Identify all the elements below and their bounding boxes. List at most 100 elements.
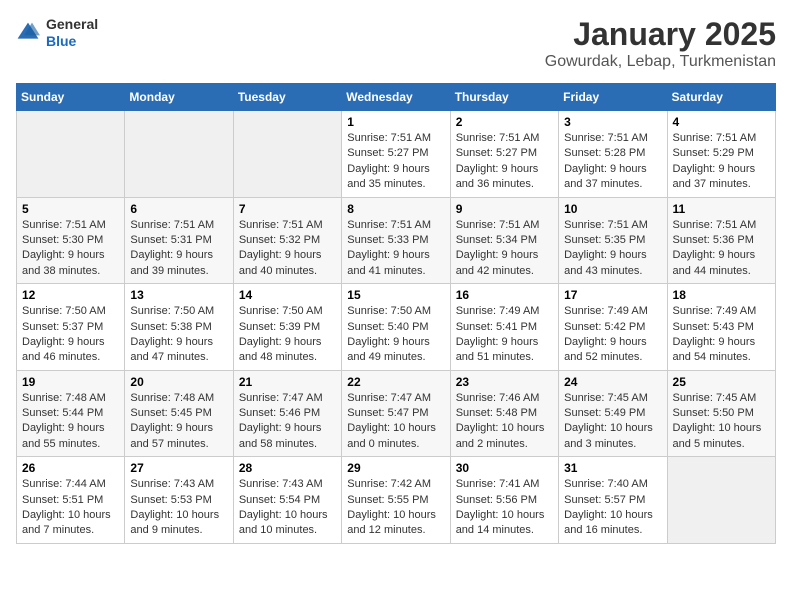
day-number: 24: [564, 375, 661, 389]
day-number: 23: [456, 375, 553, 389]
calendar-subtitle: Gowurdak, Lebap, Turkmenistan: [545, 53, 776, 71]
calendar-body: 1 Sunrise: 7:51 AM Sunset: 5:27 PM Daylig…: [17, 111, 776, 544]
calendar-cell: 9 Sunrise: 7:51 AM Sunset: 5:34 PM Daylig…: [450, 197, 558, 284]
day-info: Sunrise: 7:40 AM Sunset: 5:57 PM Dayligh…: [564, 477, 661, 539]
calendar-cell: 14 Sunrise: 7:50 AM Sunset: 5:39 PM Dayli…: [233, 284, 341, 371]
day-number: 29: [347, 461, 444, 475]
calendar-cell: 29Sunrise: 7:42 AM Sunset: 5:55 PM Dayli…: [342, 457, 450, 544]
day-number: 21: [239, 375, 336, 389]
day-info: Sunrise: 7:47 AM Sunset: 5:46 PM Dayligh…: [239, 391, 336, 453]
calendar-cell: 4 Sunrise: 7:51 AM Sunset: 5:29 PM Daylig…: [667, 111, 775, 198]
calendar-cell: 28 Sunrise: 7:43 AM Sunset: 5:54 PM Dayli…: [233, 457, 341, 544]
day-info: Sunrise: 7:50 AM Sunset: 5:40 PM Dayligh…: [347, 304, 444, 366]
calendar-cell: 21 Sunrise: 7:47 AM Sunset: 5:46 PM Dayli…: [233, 370, 341, 457]
day-number: 27: [130, 461, 227, 475]
calendar-table: SundayMondayTuesdayWednesdayThursdayFrid…: [16, 83, 776, 544]
calendar-title: January 2025: [545, 16, 776, 53]
day-number: 25: [673, 375, 770, 389]
calendar-cell: [233, 111, 341, 198]
calendar-cell: 18 Sunrise: 7:49 AM Sunset: 5:43 PM Dayli…: [667, 284, 775, 371]
calendar-cell: 3Sunrise: 7:51 AM Sunset: 5:28 PM Daylig…: [559, 111, 667, 198]
day-info: Sunrise: 7:51 AM Sunset: 5:31 PM Dayligh…: [130, 218, 227, 280]
day-info: Sunrise: 7:51 AM Sunset: 5:36 PM Dayligh…: [673, 218, 770, 280]
day-info: Sunrise: 7:44 AM Sunset: 5:51 PM Dayligh…: [22, 477, 119, 539]
day-info: Sunrise: 7:47 AM Sunset: 5:47 PM Dayligh…: [347, 391, 444, 453]
day-number: 28: [239, 461, 336, 475]
logo-text: General Blue: [46, 16, 98, 50]
week-row-5: 26 Sunrise: 7:44 AM Sunset: 5:51 PM Dayli…: [17, 457, 776, 544]
day-info: Sunrise: 7:51 AM Sunset: 5:33 PM Dayligh…: [347, 218, 444, 280]
day-number: 1: [347, 115, 444, 129]
day-number: 16: [456, 288, 553, 302]
day-number: 2: [456, 115, 553, 129]
day-info: Sunrise: 7:45 AM Sunset: 5:50 PM Dayligh…: [673, 391, 770, 453]
day-number: 22: [347, 375, 444, 389]
day-info: Sunrise: 7:51 AM Sunset: 5:34 PM Dayligh…: [456, 218, 553, 280]
weekday-monday: Monday: [125, 84, 233, 111]
day-number: 30: [456, 461, 553, 475]
calendar-cell: 6 Sunrise: 7:51 AM Sunset: 5:31 PM Daylig…: [125, 197, 233, 284]
day-info: Sunrise: 7:43 AM Sunset: 5:54 PM Dayligh…: [239, 477, 336, 539]
day-number: 11: [673, 202, 770, 216]
day-number: 9: [456, 202, 553, 216]
day-info: Sunrise: 7:49 AM Sunset: 5:41 PM Dayligh…: [456, 304, 553, 366]
calendar-cell: 20Sunrise: 7:48 AM Sunset: 5:45 PM Dayli…: [125, 370, 233, 457]
logo: General Blue: [16, 16, 98, 50]
day-info: Sunrise: 7:48 AM Sunset: 5:44 PM Dayligh…: [22, 391, 119, 453]
calendar-cell: 10 Sunrise: 7:51 AM Sunset: 5:35 PM Dayli…: [559, 197, 667, 284]
weekday-friday: Friday: [559, 84, 667, 111]
day-number: 31: [564, 461, 661, 475]
calendar-cell: 31 Sunrise: 7:40 AM Sunset: 5:57 PM Dayli…: [559, 457, 667, 544]
day-number: 3: [564, 115, 661, 129]
title-block: January 2025 Gowurdak, Lebap, Turkmenist…: [545, 16, 776, 71]
day-info: Sunrise: 7:51 AM Sunset: 5:29 PM Dayligh…: [673, 131, 770, 193]
day-info: Sunrise: 7:50 AM Sunset: 5:37 PM Dayligh…: [22, 304, 119, 366]
day-number: 7: [239, 202, 336, 216]
calendar-cell: 19 Sunrise: 7:48 AM Sunset: 5:44 PM Dayli…: [17, 370, 125, 457]
calendar-cell: 1 Sunrise: 7:51 AM Sunset: 5:27 PM Daylig…: [342, 111, 450, 198]
day-number: 10: [564, 202, 661, 216]
day-info: Sunrise: 7:50 AM Sunset: 5:39 PM Dayligh…: [239, 304, 336, 366]
day-number: 12: [22, 288, 119, 302]
day-number: 26: [22, 461, 119, 475]
calendar-cell: 11 Sunrise: 7:51 AM Sunset: 5:36 PM Dayli…: [667, 197, 775, 284]
day-info: Sunrise: 7:49 AM Sunset: 5:42 PM Dayligh…: [564, 304, 661, 366]
calendar-cell: 26 Sunrise: 7:44 AM Sunset: 5:51 PM Dayli…: [17, 457, 125, 544]
day-info: Sunrise: 7:51 AM Sunset: 5:35 PM Dayligh…: [564, 218, 661, 280]
week-row-4: 19 Sunrise: 7:48 AM Sunset: 5:44 PM Dayli…: [17, 370, 776, 457]
day-number: 19: [22, 375, 119, 389]
calendar-cell: 30Sunrise: 7:41 AM Sunset: 5:56 PM Dayli…: [450, 457, 558, 544]
day-info: Sunrise: 7:51 AM Sunset: 5:27 PM Dayligh…: [347, 131, 444, 193]
logo-general: General: [46, 16, 98, 33]
calendar-cell: 22 Sunrise: 7:47 AM Sunset: 5:47 PM Dayli…: [342, 370, 450, 457]
calendar-cell: 25 Sunrise: 7:45 AM Sunset: 5:50 PM Dayli…: [667, 370, 775, 457]
weekday-row: SundayMondayTuesdayWednesdayThursdayFrid…: [17, 84, 776, 111]
day-number: 4: [673, 115, 770, 129]
page-header: General Blue January 2025 Gowurdak, Leba…: [16, 16, 776, 71]
week-row-3: 12 Sunrise: 7:50 AM Sunset: 5:37 PM Dayli…: [17, 284, 776, 371]
calendar-cell: 13Sunrise: 7:50 AM Sunset: 5:38 PM Dayli…: [125, 284, 233, 371]
day-info: Sunrise: 7:43 AM Sunset: 5:53 PM Dayligh…: [130, 477, 227, 539]
calendar-cell: 12 Sunrise: 7:50 AM Sunset: 5:37 PM Dayli…: [17, 284, 125, 371]
calendar-cell: [17, 111, 125, 198]
calendar-cell: 7 Sunrise: 7:51 AM Sunset: 5:32 PM Daylig…: [233, 197, 341, 284]
day-info: Sunrise: 7:49 AM Sunset: 5:43 PM Dayligh…: [673, 304, 770, 366]
calendar-cell: 23Sunrise: 7:46 AM Sunset: 5:48 PM Dayli…: [450, 370, 558, 457]
day-info: Sunrise: 7:51 AM Sunset: 5:32 PM Dayligh…: [239, 218, 336, 280]
logo-blue: Blue: [46, 33, 98, 50]
weekday-tuesday: Tuesday: [233, 84, 341, 111]
week-row-2: 5Sunrise: 7:51 AM Sunset: 5:30 PM Daylig…: [17, 197, 776, 284]
day-number: 17: [564, 288, 661, 302]
day-number: 14: [239, 288, 336, 302]
day-info: Sunrise: 7:45 AM Sunset: 5:49 PM Dayligh…: [564, 391, 661, 453]
day-number: 18: [673, 288, 770, 302]
weekday-wednesday: Wednesday: [342, 84, 450, 111]
calendar-cell: 8Sunrise: 7:51 AM Sunset: 5:33 PM Daylig…: [342, 197, 450, 284]
calendar-cell: 27 Sunrise: 7:43 AM Sunset: 5:53 PM Dayli…: [125, 457, 233, 544]
calendar-cell: 24 Sunrise: 7:45 AM Sunset: 5:49 PM Dayli…: [559, 370, 667, 457]
weekday-saturday: Saturday: [667, 84, 775, 111]
day-number: 6: [130, 202, 227, 216]
day-number: 15: [347, 288, 444, 302]
day-info: Sunrise: 7:51 AM Sunset: 5:27 PM Dayligh…: [456, 131, 553, 193]
day-number: 13: [130, 288, 227, 302]
